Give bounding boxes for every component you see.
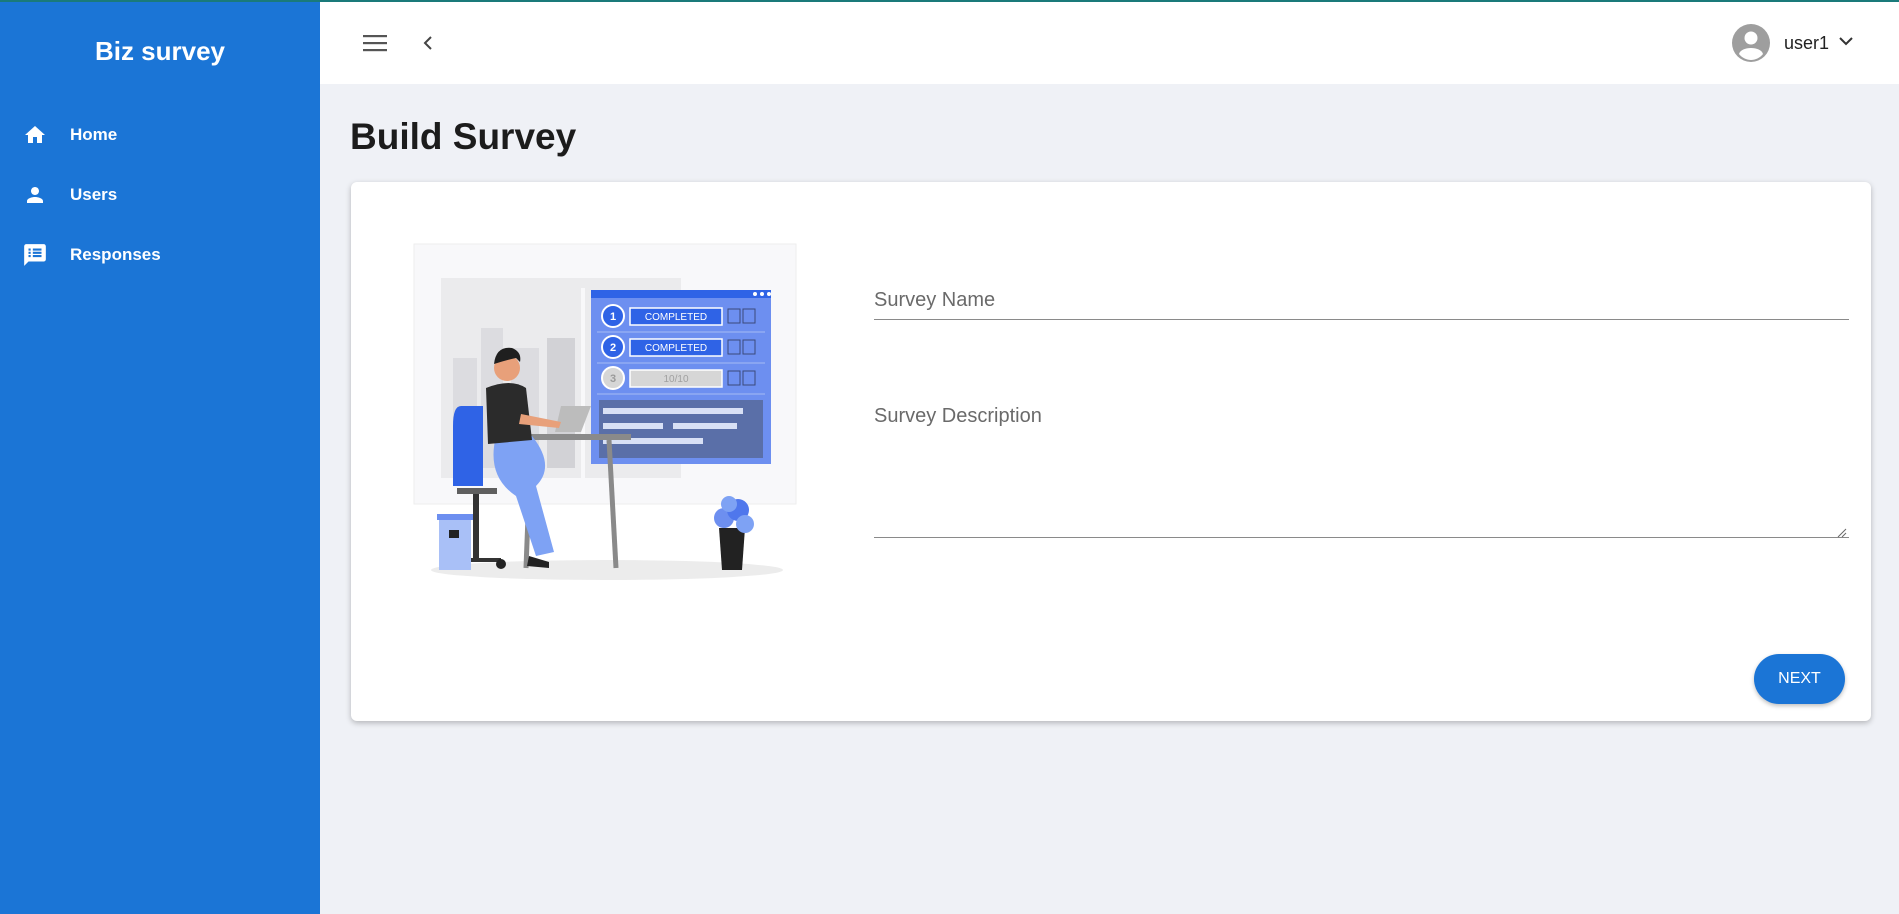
sidebar-item-label: Home	[70, 125, 118, 144]
feedback-icon	[22, 242, 48, 268]
step-number: 1	[610, 311, 616, 323]
step-number: 2	[610, 342, 616, 354]
menu-icon[interactable]	[362, 32, 388, 54]
home-icon	[22, 122, 48, 148]
survey-description-field[interactable]	[874, 405, 1849, 538]
resize-handle-icon[interactable]	[1837, 525, 1847, 538]
survey-name-field[interactable]	[874, 282, 1849, 320]
survey-description-input[interactable]	[874, 405, 1849, 537]
step-number: 3	[610, 373, 616, 385]
chevron-left-icon[interactable]	[418, 32, 438, 54]
sidebar: Biz survey Home Users Responses	[0, 0, 320, 914]
sidebar-item-responses[interactable]: Responses	[0, 227, 320, 283]
top-bar: user1	[320, 2, 1899, 84]
avatar-icon	[1731, 24, 1770, 62]
page-title: Build Survey	[350, 116, 577, 157]
step-status: COMPLETED	[645, 343, 707, 354]
user-menu[interactable]: user1	[1731, 24, 1855, 62]
step-status: 10/10	[663, 374, 688, 385]
chevron-down-icon	[1837, 32, 1855, 55]
sidebar-item-home[interactable]: Home	[0, 107, 320, 163]
survey-illustration: 1 COMPLETED 2 COMPLETED 3 10/10	[381, 238, 801, 598]
brand-title: Biz survey	[94, 36, 226, 66]
sidebar-item-label: Users	[70, 185, 118, 204]
top-accent-line	[0, 0, 1899, 2]
sidebar-item-users[interactable]: Users	[0, 167, 320, 223]
next-button[interactable]: NEXT	[1754, 654, 1845, 704]
step-status: COMPLETED	[645, 312, 707, 323]
survey-name-input[interactable]	[874, 282, 1849, 319]
username: user1	[1783, 32, 1829, 53]
sidebar-item-label: Responses	[70, 245, 161, 264]
person-icon	[22, 182, 48, 208]
survey-form-card: 1 COMPLETED 2 COMPLETED 3 10/10 NEXT	[351, 182, 1871, 721]
